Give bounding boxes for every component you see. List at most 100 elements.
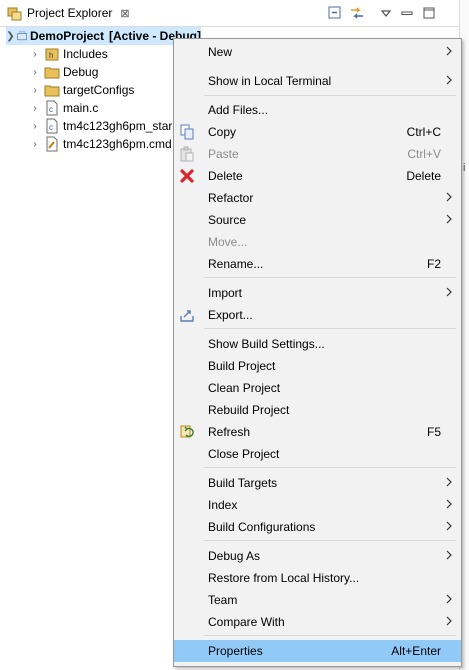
menu-item-build-project[interactable]: Build Project <box>174 355 461 377</box>
menu-item-label: Refresh <box>208 425 251 439</box>
submenu-arrow-icon <box>446 550 452 560</box>
collapse-all-icon[interactable] <box>327 5 343 21</box>
editor-edge-char: i <box>463 162 466 174</box>
copy-icon <box>180 124 194 140</box>
menu-item-label: Build Configurations <box>208 520 316 534</box>
tree-item-targetconfigs[interactable]: › targetConfigs <box>28 81 134 99</box>
collapsed-chevron-icon[interactable]: › <box>28 67 42 78</box>
menu-item-label: Copy <box>208 125 237 139</box>
submenu-arrow-icon <box>446 594 452 604</box>
menu-item-label: Import <box>208 286 243 300</box>
tree-item-label: tm4c123gh6pm_star <box>63 119 173 133</box>
tree-item-label: targetConfigs <box>63 83 135 97</box>
menu-item-label: Show in Local Terminal <box>208 74 332 88</box>
project-name: DemoProject <box>29 29 104 43</box>
menu-item-build-targets[interactable]: Build Targets <box>174 472 461 494</box>
menu-item-restore-from-local-history[interactable]: Restore from Local History... <box>174 567 461 589</box>
menu-item-new[interactable]: New <box>174 41 461 63</box>
menu-item-rename[interactable]: Rename... F2 <box>174 253 461 275</box>
submenu-arrow-icon <box>446 499 452 509</box>
menu-item-rebuild-project[interactable]: Rebuild Project <box>174 399 461 421</box>
menu-item-delete[interactable]: Delete Delete <box>174 165 461 187</box>
menu-item-label: Refactor <box>208 191 254 205</box>
minimize-icon[interactable] <box>399 5 415 21</box>
folder-icon <box>44 85 60 97</box>
delete-icon <box>180 169 194 183</box>
menu-item-label: Close Project <box>208 447 280 461</box>
ccs-project-icon: CCS <box>17 30 27 41</box>
menu-item-index[interactable]: Index <box>174 494 461 516</box>
menu-item-label: Debug As <box>208 549 261 563</box>
tree-item-debug[interactable]: › Debug <box>28 63 98 81</box>
menu-item-label: Team <box>208 593 238 607</box>
close-icon[interactable]: ⊠ <box>120 7 129 20</box>
tree-item-label: Includes <box>63 47 108 61</box>
menu-item-copy[interactable]: Copy Ctrl+C <box>174 121 461 143</box>
submenu-arrow-icon <box>446 521 452 531</box>
expanded-chevron-icon[interactable]: ❯ <box>6 31 15 42</box>
export-icon <box>180 310 194 322</box>
menu-item-refresh[interactable]: Refresh F5 <box>174 421 461 443</box>
menu-separator <box>204 277 456 278</box>
menu-item-debug-as[interactable]: Debug As <box>174 545 461 567</box>
menu-item-paste[interactable]: Paste Ctrl+V <box>174 143 461 165</box>
menu-separator <box>204 635 456 636</box>
tree-item-cmd-file[interactable]: › tm4c123gh6pm.cmd <box>28 135 172 153</box>
menu-item-label: Index <box>208 498 238 512</box>
project-explorer-icon <box>7 7 22 21</box>
tree-item-demoproject[interactable]: ❯ CCS DemoProject [Active - Debug] <box>6 27 201 45</box>
collapsed-chevron-icon[interactable]: › <box>28 49 42 60</box>
c-file-icon: c <box>46 100 58 116</box>
menu-item-build-configurations[interactable]: Build Configurations <box>174 516 461 538</box>
cmd-file-icon <box>46 136 58 152</box>
menu-item-move[interactable]: Move... <box>174 231 461 253</box>
submenu-arrow-icon <box>446 477 452 487</box>
view-menu-icon[interactable] <box>378 5 394 21</box>
svg-text:CCS: CCS <box>19 30 26 34</box>
menu-item-show-in-local-terminal[interactable]: Show in Local Terminal <box>174 70 461 92</box>
menu-item-close-project[interactable]: Close Project <box>174 443 461 465</box>
menu-item-refactor[interactable]: Refactor <box>174 187 461 209</box>
collapsed-chevron-icon[interactable]: › <box>28 139 42 150</box>
tree-item-label: main.c <box>63 101 99 115</box>
collapsed-chevron-icon[interactable]: › <box>28 103 42 114</box>
tree-item-startup-file[interactable]: › c tm4c123gh6pm_star <box>28 117 172 135</box>
menu-item-shortcut: Ctrl+C <box>406 125 441 139</box>
menu-item-clean-project[interactable]: Clean Project <box>174 377 461 399</box>
menu-item-label: Export... <box>208 308 253 322</box>
tree-item-label: tm4c123gh6pm.cmd <box>63 137 172 151</box>
menu-item-shortcut: F5 <box>426 425 441 439</box>
menu-item-import[interactable]: Import <box>174 282 461 304</box>
menu-item-shortcut: F2 <box>426 257 441 271</box>
menu-item-properties[interactable]: Properties Alt+Enter <box>174 640 461 662</box>
menu-item-compare-with[interactable]: Compare With <box>174 611 461 633</box>
menu-item-label: Rename... <box>208 257 264 271</box>
collapsed-chevron-icon[interactable]: › <box>28 85 42 96</box>
maximize-icon[interactable] <box>421 5 437 21</box>
menu-item-source[interactable]: Source <box>174 209 461 231</box>
menu-item-show-build-settings[interactable]: Show Build Settings... <box>174 333 461 355</box>
menu-item-label: Properties <box>208 644 263 658</box>
link-with-editor-icon[interactable] <box>349 5 365 21</box>
menu-item-label: Move... <box>208 235 248 249</box>
project-explorer-tab[interactable]: Project Explorer ⊠ <box>0 0 134 26</box>
menu-item-label: Clean Project <box>208 381 281 395</box>
collapsed-chevron-icon[interactable]: › <box>28 121 42 132</box>
tree-item-includes[interactable]: › h Includes <box>28 45 108 63</box>
menu-item-label: Build Targets <box>208 476 278 490</box>
menu-item-export[interactable]: Export... <box>174 304 461 326</box>
tree-item-main-c[interactable]: › c main.c <box>28 99 98 117</box>
menu-item-label: Show Build Settings... <box>208 337 325 351</box>
menu-item-team[interactable]: Team <box>174 589 461 611</box>
submenu-arrow-icon <box>446 192 452 202</box>
menu-item-add-files[interactable]: Add Files... <box>174 99 461 121</box>
menu-item-shortcut: Alt+Enter <box>391 644 441 658</box>
menu-item-label: Restore from Local History... <box>208 571 360 585</box>
paste-icon <box>180 146 194 162</box>
menu-item-label: Delete <box>208 169 243 183</box>
menu-item-label: Paste <box>208 147 239 161</box>
svg-text:h: h <box>49 51 53 60</box>
submenu-arrow-icon <box>446 46 452 56</box>
includes-folder-icon: h <box>45 48 59 61</box>
menu-separator <box>204 95 456 96</box>
